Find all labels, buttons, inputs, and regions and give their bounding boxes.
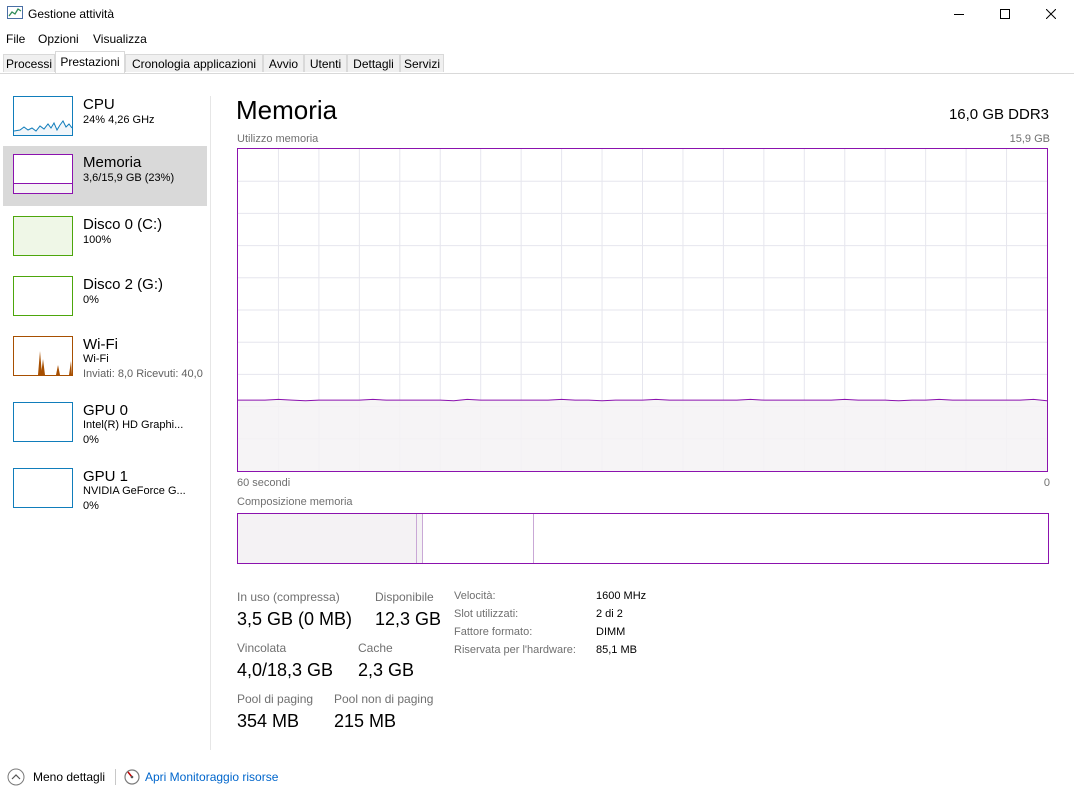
gpu1-thumbnail [13,468,73,508]
tab-performance[interactable]: Prestazioni [55,51,125,73]
page-title: Memoria [236,95,338,125]
less-details-label: Meno dettagli [33,770,106,784]
composition-in-use [238,514,417,563]
nonpaged-pool-value: 215 MB [334,711,397,731]
form-factor-value: DIMM [596,626,626,638]
sidebar-item-detail: Wi-Fi [83,353,109,365]
speed-value: 1600 MHz [596,590,647,602]
sidebar-item-detail: NVIDIA GeForce G... [83,485,186,497]
memory-composition-bar [237,513,1049,564]
maximize-button[interactable] [982,0,1028,28]
disk0-thumbnail [13,216,73,256]
sidebar-item-title: GPU 1 [83,468,129,485]
close-icon [1046,9,1056,19]
sidebar-item-detail: 24% 4,26 GHz [83,114,155,126]
composition-standby [423,514,534,563]
footer-separator [115,769,116,785]
memory-usage-chart [237,148,1048,472]
chart-min-label: 0 [1043,477,1050,489]
composition-label: Composizione memoria [237,496,353,508]
cpu-thumbnail [13,96,73,136]
sidebar-item-gpu0[interactable]: GPU 0 Intel(R) HD Graphi... 0% [3,394,207,454]
sidebar-item-title: Disco 0 (C:) [83,216,163,233]
tab-strip: Processi Prestazioni Cronologia applicaz… [0,51,1074,74]
sidebar-item-usage: 0% [83,500,99,512]
tab-details[interactable]: Dettagli [347,54,400,72]
tab-users[interactable]: Utenti [304,54,347,72]
chart-time-label: 60 secondi [237,477,291,489]
sidebar-item-title: Wi-Fi [83,336,118,353]
sidebar-item-title: CPU [83,96,115,113]
cpu-sparkline [14,120,72,135]
resource-monitor-icon [124,769,140,785]
gpu0-thumbnail [13,402,73,442]
sidebar-item-title: Memoria [83,154,142,171]
paged-pool-value: 354 MB [237,711,300,731]
sidebar-item-wifi[interactable]: Wi-Fi Wi-Fi Inviati: 8,0 Ricevuti: 40,0 [3,328,207,388]
sidebar-item-memory[interactable]: Memoria 3,6/15,9 GB (23%) [3,146,207,206]
resource-monitor-label: Apri Monitoraggio risorse [145,770,279,784]
sidebar-item-title: Disco 2 (G:) [83,276,164,293]
composition-free [534,514,1048,563]
sidebar-item-detail: 100% [83,234,112,246]
chart-label: Utilizzo memoria [237,133,319,145]
footer-bar: Meno dettagli Apri Monitoraggio risorse [0,764,1074,792]
slots-label: Slot utilizzati: [454,608,519,620]
hardware-reserved-label: Riservata per l'hardware: [454,644,576,656]
nonpaged-pool-label: Pool non di paging [334,692,434,706]
maximize-icon [1000,9,1010,19]
speed-label: Velocità: [454,590,496,602]
committed-value: 4,0/18,3 GB [237,660,334,680]
sidebar-item-traffic: Inviati: 8,0 Ricevuti: 40,0 [83,368,203,380]
cached-value: 2,3 GB [358,660,415,680]
available-label: Disponibile [375,590,434,604]
hardware-reserved-value: 85,1 MB [596,644,637,656]
menu-view[interactable]: Visualizza [93,32,147,46]
disk2-thumbnail [13,276,73,316]
title-bar: Gestione attività [0,0,1074,28]
menu-bar: File Opzioni Visualizza [0,30,1074,48]
wifi-sparkline [38,351,72,375]
memory-thumbnail-fill [14,183,72,193]
memory-usage-graph [238,149,1047,471]
paged-pool-label: Pool di paging [237,692,314,706]
close-button[interactable] [1028,0,1074,28]
form-factor-label: Fattore formato: [454,626,533,638]
minimize-icon [954,14,964,15]
usage-area [238,399,1047,471]
slots-value: 2 di 2 [596,608,623,620]
tab-startup[interactable]: Avvio [263,54,304,72]
cached-label: Cache [358,641,393,655]
sidebar-item-detail: Intel(R) HD Graphi... [83,419,184,431]
in-use-value: 3,5 GB (0 MB) [237,609,353,629]
sidebar-divider [210,96,211,750]
task-manager-icon [7,6,23,19]
sidebar-item-detail: 3,6/15,9 GB (23%) [83,172,175,184]
minimize-button[interactable] [936,0,982,28]
window-title: Gestione attività [28,7,115,21]
tab-services[interactable]: Servizi [400,54,444,72]
chevron-up-circle-icon [7,768,25,786]
memory-thumbnail [13,154,73,194]
in-use-label: In uso (compressa) [237,590,340,604]
menu-options[interactable]: Opzioni [38,32,79,46]
sidebar-item-cpu[interactable]: CPU 24% 4,26 GHz [3,88,207,148]
sidebar-item-detail: 0% [83,294,99,306]
tab-app-history[interactable]: Cronologia applicazioni [125,54,263,72]
sidebar-item-disk0[interactable]: Disco 0 (C:) 100% [3,208,207,268]
chart-max-label: 15,9 GB [1009,133,1050,145]
committed-label: Vincolata [237,641,287,655]
available-value: 12,3 GB [375,609,442,629]
wifi-thumbnail [13,336,73,376]
menu-file[interactable]: File [6,32,25,46]
tab-processes[interactable]: Processi [3,54,55,72]
sidebar-item-usage: 0% [83,434,99,446]
sidebar-item-disk2[interactable]: Disco 2 (G:) 0% [3,268,207,328]
sidebar-item-title: GPU 0 [83,402,129,419]
memory-spec: 16,0 GB DDR3 [948,106,1049,123]
sidebar-item-gpu1[interactable]: GPU 1 NVIDIA GeForce G... 0% [3,460,207,520]
